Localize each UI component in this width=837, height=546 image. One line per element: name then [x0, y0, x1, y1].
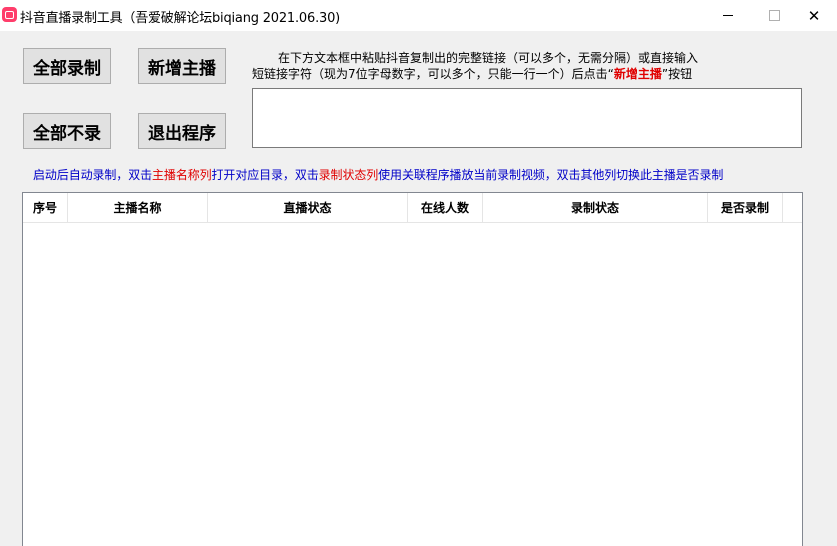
minimize-icon: [723, 15, 733, 16]
instruction-add-anchor-highlight: 新增主播: [613, 67, 662, 81]
close-icon: ✕: [807, 6, 821, 25]
add-anchor-button[interactable]: 新增主播: [138, 48, 226, 84]
column-header-live-status[interactable]: 直播状态: [208, 193, 408, 222]
column-header-record-status[interactable]: 录制状态: [483, 193, 708, 222]
anchor-table[interactable]: 序号 主播名称 直播状态 在线人数 录制状态 是否录制: [22, 192, 803, 546]
instruction-line-2-after: ”按钮: [661, 67, 693, 81]
hint-record-status-column: 录制状态列: [318, 168, 379, 182]
minimize-button[interactable]: [705, 0, 751, 31]
exit-program-button[interactable]: 退出程序: [138, 113, 226, 149]
title-bar[interactable]: 抖音直播录制工具（吾爱破解论坛biqiang 2021.06.30) ✕: [0, 0, 837, 31]
hint-anchor-name-column: 主播名称列: [152, 168, 212, 182]
hint-part-1: 启动后自动录制，双击: [33, 168, 153, 182]
usage-hint: 启动后自动录制，双击主播名称列打开对应目录，双击录制状态列使用关联程序播放当前录…: [33, 166, 723, 183]
column-header-whether-record[interactable]: 是否录制: [708, 193, 783, 222]
app-icon: [2, 7, 17, 22]
app-window: 抖音直播录制工具（吾爱破解论坛biqiang 2021.06.30) ✕ 全部录…: [0, 0, 837, 546]
close-button[interactable]: ✕: [791, 0, 837, 31]
instruction-line-2: 短链接字符（现为7位字母数字，可以多个，只能一行一个）后点击“新增主播”按钮: [252, 65, 692, 82]
record-none-button[interactable]: 全部不录: [23, 113, 111, 149]
column-header-index[interactable]: 序号: [23, 193, 68, 222]
instruction-line-1: 在下方文本框中粘贴抖音复制出的完整链接（可以多个，无需分隔）或直接输入: [278, 51, 699, 65]
record-all-button[interactable]: 全部录制: [23, 48, 111, 84]
instruction-line-2-before: 短链接字符（现为7位字母数字，可以多个，只能一行一个）后点击“: [252, 67, 614, 81]
hint-part-3: 打开对应目录，双击: [211, 168, 319, 182]
column-header-online-count[interactable]: 在线人数: [408, 193, 483, 222]
maximize-icon: [768, 10, 780, 21]
table-header: 序号 主播名称 直播状态 在线人数 录制状态 是否录制: [23, 193, 802, 223]
column-header-anchor-name[interactable]: 主播名称: [68, 193, 208, 222]
hint-part-5: 使用关联程序播放当前录制视频，双击其他列切换此主播是否录制: [378, 168, 724, 182]
link-input[interactable]: [252, 88, 802, 148]
window-title: 抖音直播录制工具（吾爱破解论坛biqiang 2021.06.30): [20, 11, 341, 26]
